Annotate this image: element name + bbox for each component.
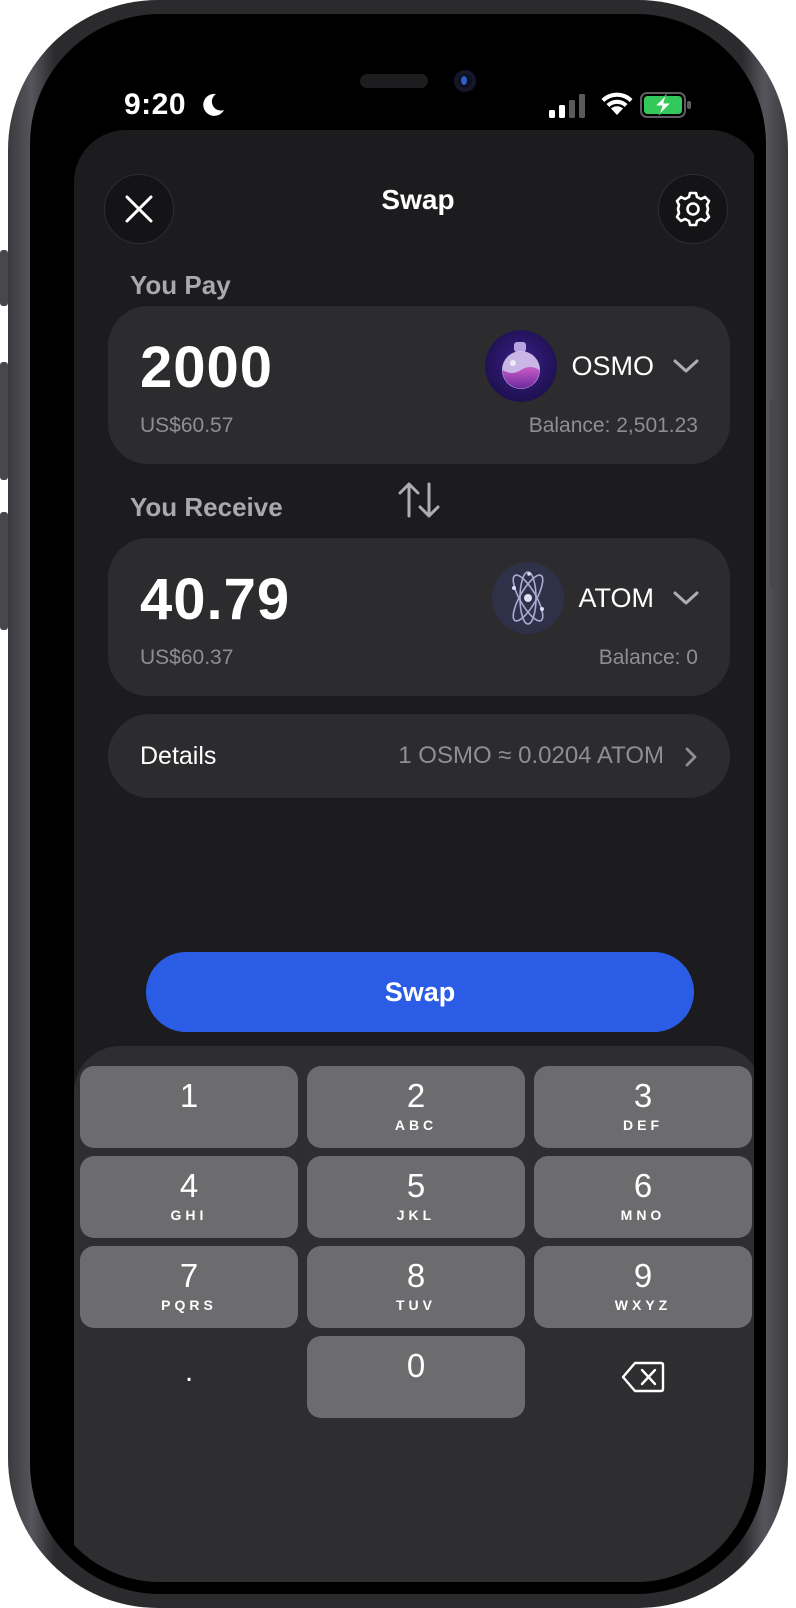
speaker-grille <box>360 74 428 88</box>
key-letters: MNO <box>620 1207 666 1223</box>
signal-icon <box>549 94 585 118</box>
receive-balance: Balance: 0 <box>598 646 698 669</box>
backspace-icon <box>621 1361 665 1393</box>
key-decimal[interactable]: . <box>80 1336 298 1418</box>
key-digit: 2 <box>406 1077 426 1114</box>
key-1[interactable]: 1 <box>80 1066 298 1148</box>
key-letters: DEF <box>623 1117 663 1133</box>
moon-icon <box>203 93 224 116</box>
status-bar: 9:20 <box>42 26 754 136</box>
pay-token-symbol: OSMO <box>571 350 654 381</box>
receive-fiat-value: US$60.37 <box>140 646 234 669</box>
key-digit: 1 <box>179 1077 199 1114</box>
key-letters: ABC <box>394 1117 438 1133</box>
key-2[interactable]: 2 ABC <box>307 1066 525 1148</box>
pay-balance: Balance: 2,501.23 <box>528 414 698 437</box>
key-digit: 5 <box>406 1167 426 1204</box>
swap-button[interactable]: Swap <box>146 952 694 1032</box>
key-digit: 8 <box>406 1257 426 1294</box>
exchange-rate: 1 OSMO ≈ 0.0204 ATOM <box>398 742 664 769</box>
settings-button[interactable] <box>658 174 728 244</box>
receive-card: 40.79 US$60.37 Balance: 0 ATOM <box>108 538 730 696</box>
receive-token-symbol: ATOM <box>578 582 654 613</box>
key-8[interactable]: 8 TUV <box>307 1246 525 1328</box>
pay-amount-input[interactable]: 2000 <box>140 334 273 401</box>
phone-frame: 9:20 Swap You Pay 2000 US$60.57 Balance:… <box>0 0 788 1608</box>
key-letters: WXYZ <box>614 1297 672 1313</box>
screen: 9:20 Swap You Pay 2000 US$60.57 Balance:… <box>42 26 754 1582</box>
key-digit: 9 <box>633 1257 653 1294</box>
key-letters: PQRS <box>161 1297 217 1313</box>
chevron-right-icon <box>685 747 697 767</box>
volume-down-button <box>0 512 8 630</box>
key-5[interactable]: 5 JKL <box>307 1156 525 1238</box>
numeric-keypad: 1 2 ABC 3 DEF 4 GHI 5 JKL 6 MNO 7 PQRS 8… <box>74 1046 754 1582</box>
key-0[interactable]: 0 <box>307 1336 525 1418</box>
chevron-down-icon <box>673 591 699 605</box>
key-6[interactable]: 6 MNO <box>534 1156 752 1238</box>
key-letters: GHI <box>170 1207 208 1223</box>
you-pay-label: You Pay <box>130 270 231 300</box>
key-digit: 0 <box>406 1347 426 1384</box>
key-backspace[interactable] <box>534 1336 752 1418</box>
pay-token-selector[interactable]: OSMO <box>485 330 700 402</box>
key-digit: 6 <box>633 1167 653 1204</box>
wifi-icon <box>601 92 633 115</box>
volume-up-button <box>0 362 8 480</box>
details-label: Details <box>140 742 217 770</box>
key-7[interactable]: 7 PQRS <box>80 1246 298 1328</box>
receive-amount: 40.79 <box>140 567 291 632</box>
key-letters: JKL <box>396 1207 436 1223</box>
front-camera <box>454 70 476 92</box>
key-letters: TUV <box>396 1297 436 1313</box>
key-digit: 3 <box>633 1077 653 1114</box>
status-time: 9:20 <box>124 88 187 121</box>
receive-token-selector[interactable]: ATOM <box>492 562 700 634</box>
pay-card: 2000 US$60.57 Balance: 2,501.23 OSMO <box>108 306 730 464</box>
key-digit: . <box>184 1355 194 1388</box>
pay-fiat-value: US$60.57 <box>140 414 234 437</box>
key-9[interactable]: 9 WXYZ <box>534 1246 752 1328</box>
power-button <box>770 400 778 588</box>
atom-token-icon <box>492 562 565 634</box>
details-row[interactable]: Details 1 OSMO ≈ 0.0204 ATOM <box>108 714 730 798</box>
osmo-token-icon <box>485 330 558 402</box>
gear-icon <box>675 191 711 227</box>
key-3[interactable]: 3 DEF <box>534 1066 752 1148</box>
key-digit: 4 <box>179 1167 199 1204</box>
key-digit: 7 <box>179 1257 199 1294</box>
chevron-down-icon <box>673 359 699 373</box>
battery-charging-icon <box>640 92 691 118</box>
swap-direction-icon[interactable] <box>396 480 442 520</box>
you-receive-label: You Receive <box>130 492 283 522</box>
mute-switch <box>0 250 8 306</box>
page-title: Swap <box>381 184 455 215</box>
key-4[interactable]: 4 GHI <box>80 1156 298 1238</box>
bezel: 9:20 Swap You Pay 2000 US$60.57 Balance:… <box>30 14 766 1594</box>
